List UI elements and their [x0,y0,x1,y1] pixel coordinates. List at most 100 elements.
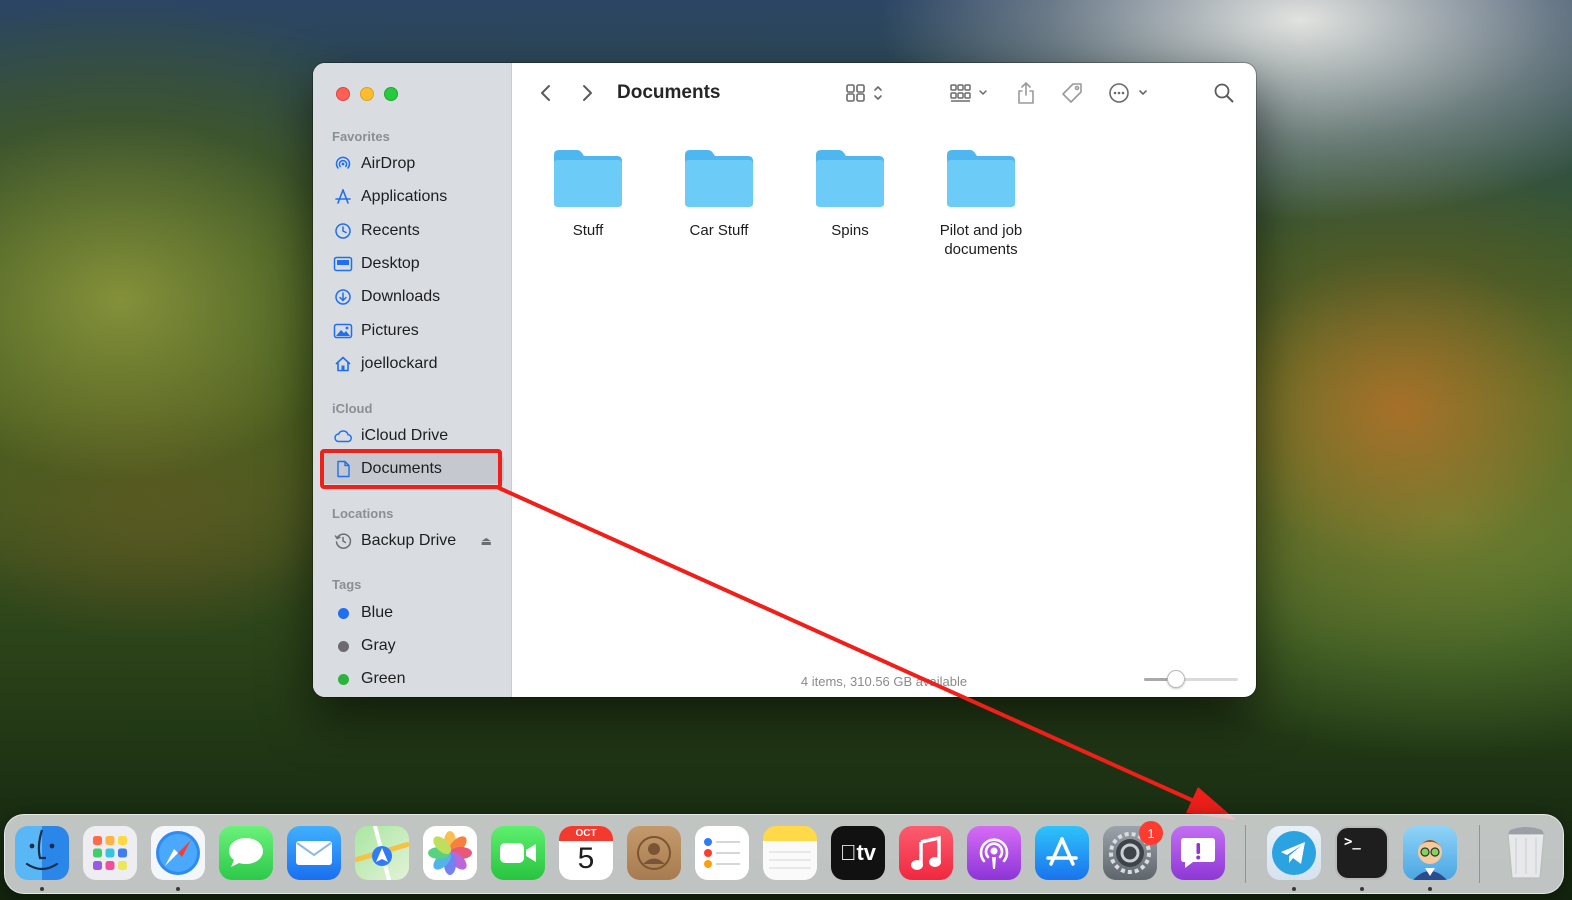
dock-app-messages[interactable] [219,826,273,880]
dock-app-tv[interactable]: tv [831,826,885,880]
toolbar: Documents [512,63,1256,123]
search-button[interactable] [1212,81,1236,105]
view-mode-button[interactable] [842,81,890,105]
sidebar-item-pictures[interactable]: Pictures [321,316,504,346]
airdrop-icon [333,154,353,174]
icon-size-slider[interactable] [1144,670,1238,688]
dock-app-mail[interactable] [287,826,341,880]
sidebar-item-recents[interactable]: Recents [321,216,504,246]
icloud-section-title: iCloud [332,401,373,416]
dock-app-feedback-assistant[interactable] [1171,826,1225,880]
dock-app-podcasts[interactable] [967,826,1021,880]
dock-app-maps[interactable] [355,826,409,880]
sidebar-item-label: joellockard [361,355,438,372]
dock-app-notes[interactable] [763,826,817,880]
favorites-section-title: Favorites [332,129,390,144]
slider-knob[interactable] [1166,670,1185,688]
folder-icon [947,150,1015,207]
folder-item[interactable]: Car Stuff [659,147,779,240]
annotation-highlight-box [320,449,502,489]
dock-app-reminders[interactable] [695,826,749,880]
dock-app-facetime[interactable] [491,826,545,880]
time-machine-icon [333,531,353,551]
close-button[interactable] [336,87,350,101]
folder-item[interactable]: Pilot and job documents [921,147,1041,259]
sidebar-item-label: AirDrop [361,155,416,172]
dock-app-calendar[interactable]: OCT 5 [559,826,613,880]
file-browser-content: Stuff Car Stuff Spins Pilot and job docu… [512,123,1256,697]
sidebar-item-label: Green [361,670,406,687]
dock-app-music[interactable] [899,826,953,880]
sidebar-item-icloud-drive[interactable]: iCloud Drive [321,421,504,451]
calendar-day: 5 [577,842,595,875]
sidebar-item-tag-green[interactable]: Green [321,664,504,694]
tag-dot-blue [337,607,349,619]
group-icon [950,84,987,102]
dock-separator [1245,825,1246,883]
music-note-icon [911,835,941,870]
search-icon [1214,83,1234,103]
eject-icon[interactable]: ⏏ [481,534,492,548]
dock-app-app-store[interactable] [1035,826,1089,880]
video-camera-icon [500,843,536,863]
chevron-right-icon [583,85,592,101]
icon-view-icon [846,84,882,102]
map-icon [355,826,409,880]
forward-button[interactable] [575,81,599,105]
avatar-icon [1413,840,1447,880]
dock-app-photos[interactable] [423,826,477,880]
folder-name: Spins [831,222,869,239]
tags-button[interactable] [1059,80,1085,106]
safari-icon [156,831,200,875]
dock-app-safari[interactable] [151,826,205,880]
sidebar-item-backup-drive[interactable]: Backup Drive ⏏ [321,526,504,556]
tag-icon [1062,83,1082,103]
tag-dot-green [337,673,349,685]
tag-blue-icon [333,603,353,623]
sidebar-item-label: Desktop [361,255,420,272]
dock-app-avatar[interactable] [1403,826,1457,880]
contact-card-icon [637,836,671,870]
minimize-button[interactable] [360,87,374,101]
trash-icon [1507,827,1545,879]
group-button[interactable] [948,81,994,105]
sidebar-item-tag-gray[interactable]: Gray [321,631,504,661]
sidebar-item-home[interactable]: joellockard [321,349,504,379]
finder-window: Favorites AirDrop Applications Recents D… [313,63,1256,697]
dock-app-contacts[interactable] [627,826,681,880]
finder-icon [25,829,59,871]
dock-app-telegram[interactable] [1267,826,1321,880]
share-button[interactable] [1014,80,1038,106]
sidebar-item-airdrop[interactable]: AirDrop [321,149,504,179]
folder-item[interactable]: Spins [790,147,910,240]
folder-name: Pilot and job documents [939,222,1023,258]
sidebar-item-downloads[interactable]: Downloads [321,282,504,312]
dock-app-terminal[interactable]: >_ [1335,826,1389,880]
sidebar-item-desktop[interactable]: Desktop [321,249,504,279]
zoom-button[interactable] [384,87,398,101]
dock: OCT 5 tv 1 >_ [4,814,1564,894]
folder-item[interactable]: Stuff [528,147,648,240]
applications-icon [333,187,353,207]
sidebar-item-tag-blue[interactable]: Blue [321,598,504,628]
tags-section-title: Tags [332,577,362,592]
back-button[interactable] [534,81,558,105]
locations-section-title: Locations [332,506,394,521]
tag-dot-gray [337,640,349,652]
sidebar-item-applications[interactable]: Applications [321,182,504,212]
sidebar: Favorites AirDrop Applications Recents D… [313,63,512,697]
cloud-icon [333,426,353,446]
share-icon [1018,82,1034,104]
clock-icon [333,221,353,241]
dock-app-launchpad[interactable] [83,826,137,880]
running-indicator [40,887,44,891]
more-actions-button[interactable] [1107,80,1151,106]
dock-app-finder[interactable] [15,826,69,880]
home-icon [333,354,353,374]
calendar-month: OCT [559,826,613,841]
tag-gray-icon [333,636,353,656]
sidebar-item-label: iCloud Drive [361,427,449,444]
folder-icon [685,150,753,207]
dock-app-system-settings[interactable]: 1 [1103,821,1163,880]
dock-app-trash[interactable] [1499,826,1553,880]
